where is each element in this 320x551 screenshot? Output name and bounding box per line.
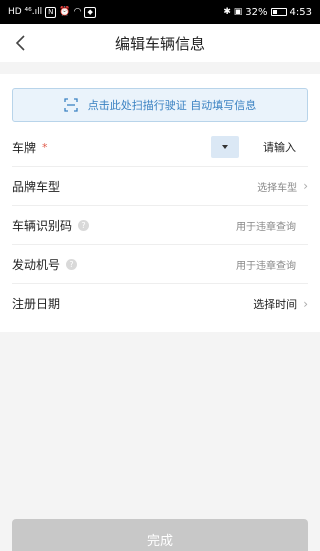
status-bar: HD ⁴⁶.ıll N ⏰ ◠ ◆ ✱ ▣ 32% 4:53: [0, 0, 320, 24]
help-icon[interactable]: ?: [78, 219, 90, 231]
nav-bar: 编辑车辆信息: [0, 24, 320, 62]
shield-icon: ◆: [84, 6, 96, 18]
required-mark: *: [42, 140, 48, 154]
plate-province-select[interactable]: [211, 136, 239, 158]
scan-banner-text: 点击此处扫描行驶证 自动填写信息: [87, 99, 257, 112]
brand-model-label-group: 品牌车型: [12, 178, 60, 195]
wifi-icon: ◠: [73, 6, 82, 17]
brand-model-label: 品牌车型: [12, 179, 61, 194]
network-indicators: HD ⁴⁶.ıll: [8, 6, 43, 17]
vin-label-group: 车辆识别码 ?: [12, 217, 90, 234]
register-date-value: 选择时间: [253, 297, 298, 311]
register-date-row[interactable]: 注册日期 选择时间 ›: [12, 284, 308, 323]
plate-row: 车牌 * 请输入: [12, 128, 308, 167]
battery-icon: [270, 8, 287, 16]
plate-input[interactable]: 请输入: [263, 139, 308, 155]
brand-model-value: 选择车型: [257, 182, 298, 194]
scan-license-button[interactable]: 点击此处扫描行驶证 自动填写信息: [12, 88, 308, 122]
engine-no-row: 发动机号 ? 用于违章查询: [12, 245, 308, 284]
register-date-value-group: 选择时间 ›: [253, 296, 308, 312]
engine-no-input-group: 用于违章查询: [236, 257, 308, 272]
status-left: HD ⁴⁶.ıll N ⏰ ◠ ◆: [8, 6, 96, 18]
chevron-right-icon: ›: [303, 179, 308, 193]
help-icon[interactable]: ?: [66, 258, 78, 270]
vin-input-group: 用于违章查询: [236, 218, 308, 233]
engine-no-input[interactable]: 用于违章查询: [236, 257, 308, 272]
plate-label-group: 车牌 *: [12, 139, 48, 156]
vin-label: 车辆识别码: [12, 218, 73, 233]
caret-down-icon: [222, 145, 228, 149]
vehicle-form: 车牌 * 请输入 品牌车型 选择车型 › 车辆识别码 ? 用于违章查询 发动机号…: [12, 128, 308, 323]
plate-input-group: 请输入: [211, 136, 308, 158]
bluetooth-vibrate-icons: ✱ ▣: [223, 6, 243, 17]
brand-model-value-group: 选择车型 ›: [257, 179, 308, 194]
edit-vehicle-screen: HD ⁴⁶.ıll N ⏰ ◠ ◆ ✱ ▣ 32% 4:53 编辑车辆信息 点击…: [0, 0, 320, 551]
scan-icon: [64, 98, 78, 112]
nfc-icon: N: [45, 6, 57, 18]
register-date-label-group: 注册日期: [12, 295, 60, 312]
status-right: ✱ ▣ 32% 4:53: [223, 7, 312, 18]
clock: 4:53: [289, 6, 312, 18]
chevron-left-icon: [15, 35, 25, 51]
plate-label: 车牌: [12, 140, 37, 155]
vehicle-form-card: 点击此处扫描行驶证 自动填写信息 车牌 * 请输入 品牌车型 选择车型 › 车辆…: [0, 74, 320, 332]
chevron-right-icon: ›: [303, 296, 308, 311]
vin-input[interactable]: 用于违章查询: [236, 218, 308, 233]
done-button[interactable]: 完成: [12, 519, 308, 551]
alarm-icon: ⏰: [59, 6, 71, 17]
brand-model-row[interactable]: 品牌车型 选择车型 ›: [12, 167, 308, 206]
register-date-label: 注册日期: [12, 297, 61, 311]
page-title: 编辑车辆信息: [114, 34, 205, 53]
back-button[interactable]: [8, 31, 32, 55]
engine-no-label: 发动机号: [12, 257, 61, 272]
vin-row: 车辆识别码 ? 用于违章查询: [12, 206, 308, 245]
engine-no-label-group: 发动机号 ?: [12, 256, 78, 273]
battery-percent: 32%: [245, 6, 268, 18]
